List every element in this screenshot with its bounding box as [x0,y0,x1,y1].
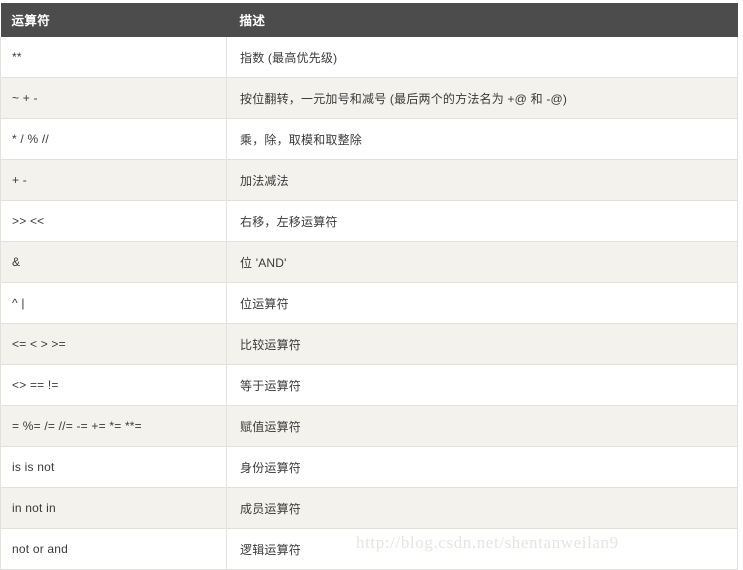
table-row: not or and 逻辑运算符 [0,528,738,570]
cell-operator: ~ + - [0,77,227,119]
cell-description: 右移，左移运算符 [226,200,738,242]
operator-text: <= < > >= [12,337,66,351]
cell-description: 身份运算符 [226,446,738,488]
cell-description: 位运算符 [226,282,738,324]
table-row: is is not 身份运算符 [0,446,738,488]
description-text: 身份运算符 [240,460,302,475]
description-text: 比较运算符 [240,337,302,352]
description-text: 成员运算符 [240,501,302,516]
cell-operator: <= < > >= [0,323,227,365]
table-row: * / % // 乘，除，取模和取整除 [0,118,738,160]
cell-description: 加法减法 [226,159,738,201]
table-row: & 位 'AND' [0,241,738,283]
cell-operator: + - [0,159,227,201]
cell-description: 成员运算符 [226,487,738,529]
table-header: 运算符 描述 [0,3,738,37]
cell-operator: ^ | [0,282,227,324]
operator-text: ** [12,50,22,64]
table-row: ~ + - 按位翻转，一元加号和减号 (最后两个的方法名为 +@ 和 -@) [0,77,738,119]
operator-text: ~ + - [12,91,38,105]
description-text: 位运算符 [240,296,289,311]
column-header-description: 描述 [226,3,738,37]
operator-text: in not in [12,501,56,515]
description-text: 按位翻转，一元加号和减号 (最后两个的方法名为 +@ 和 -@) [240,91,568,106]
table-row: ** 指数 (最高优先级) [0,37,738,78]
cell-operator: ** [0,37,227,78]
cell-operator: <> == != [0,364,227,406]
table-row: <> == != 等于运算符 [0,364,738,406]
description-text: 位 'AND' [240,255,287,270]
operator-precedence-table: 运算符 描述 ** 指数 (最高优先级) ~ + - 按位翻转，一元加号和减号 … [0,3,738,570]
cell-description: 位 'AND' [226,241,738,283]
cell-description: 等于运算符 [226,364,738,406]
cell-operator: * / % // [0,118,227,160]
cell-description: 比较运算符 [226,323,738,365]
operator-text: ^ | [12,296,25,310]
operator-text: * / % // [12,132,49,146]
table-row: ^ | 位运算符 [0,282,738,324]
cell-description: 按位翻转，一元加号和减号 (最后两个的方法名为 +@ 和 -@) [226,77,738,119]
description-text: 赋值运算符 [240,419,302,434]
cell-operator: = %= /= //= -= += *= **= [0,405,227,447]
table-row: <= < > >= 比较运算符 [0,323,738,365]
cell-operator: >> << [0,200,227,242]
operator-text: not or and [12,542,69,556]
cell-description: 逻辑运算符 [226,528,738,570]
cell-operator: is is not [0,446,227,488]
description-text: 加法减法 [240,173,289,188]
table-row: + - 加法减法 [0,159,738,201]
operator-text: is is not [12,460,55,474]
operator-text: & [12,255,21,269]
column-header-operator: 运算符 [0,3,227,37]
cell-description: 赋值运算符 [226,405,738,447]
table-row: = %= /= //= -= += *= **= 赋值运算符 [0,405,738,447]
table-row: >> << 右移，左移运算符 [0,200,738,242]
table-row: in not in 成员运算符 [0,487,738,529]
cell-description: 指数 (最高优先级) [226,37,738,78]
description-text: 乘，除，取模和取整除 [240,132,363,147]
operator-text: <> == != [12,378,59,392]
cell-operator: not or and [0,528,227,570]
cell-operator: & [0,241,227,283]
table-body: ** 指数 (最高优先级) ~ + - 按位翻转，一元加号和减号 (最后两个的方… [0,37,738,570]
description-text: 等于运算符 [240,378,302,393]
description-text: 右移，左移运算符 [240,214,338,229]
table-header-row: 运算符 描述 [0,3,738,37]
description-text: 逻辑运算符 [240,542,302,557]
page-root: 运算符 描述 ** 指数 (最高优先级) ~ + - 按位翻转，一元加号和减号 … [0,0,743,570]
operator-text: + - [12,173,27,187]
description-text: 指数 (最高优先级) [240,50,338,65]
cell-operator: in not in [0,487,227,529]
operator-text: = %= /= //= -= += *= **= [12,419,142,433]
cell-description: 乘，除，取模和取整除 [226,118,738,160]
operator-text: >> << [12,214,45,228]
